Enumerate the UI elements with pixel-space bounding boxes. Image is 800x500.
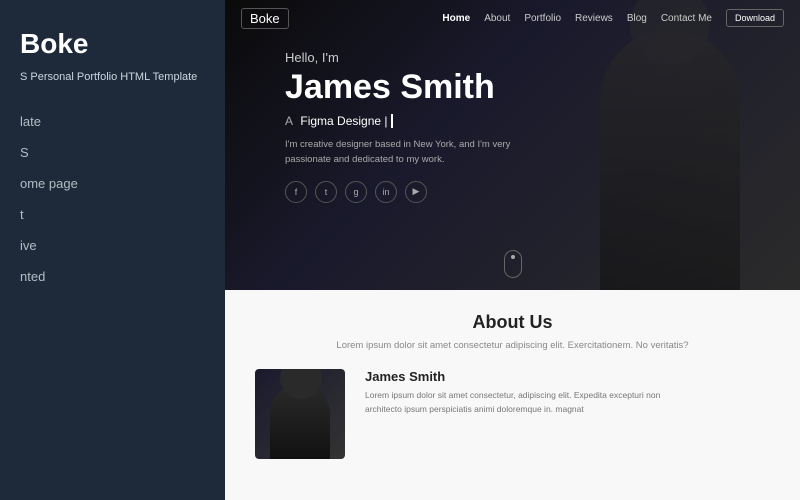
top-nav: Boke Home About Portfolio Reviews Blog C…	[225, 0, 800, 36]
hero-description: I'm creative designer based in New York,…	[285, 138, 535, 167]
sidebar-item-homepage[interactable]: ome page	[20, 171, 205, 196]
social-icons: f t g in ▶	[285, 181, 535, 203]
hero-person-silhouette	[600, 30, 740, 290]
nav-link-home[interactable]: Home	[442, 13, 470, 24]
about-title: About Us	[255, 312, 770, 333]
scroll-indicator	[504, 250, 522, 278]
about-subtitle: Lorem ipsum dolor sit amet consectetur a…	[255, 339, 770, 353]
hero-role-prefix: A	[285, 114, 293, 128]
about-body: James Smith Lorem ipsum dolor sit amet c…	[255, 369, 770, 459]
social-facebook-icon[interactable]: f	[285, 181, 307, 203]
scroll-dot	[511, 255, 515, 259]
about-section: About Us Lorem ipsum dolor sit amet cons…	[225, 290, 800, 500]
social-linkedin-icon[interactable]: in	[375, 181, 397, 203]
nav-link-about[interactable]: About	[484, 13, 510, 24]
nav-logo[interactable]: Boke	[241, 8, 289, 29]
about-person-desc: Lorem ipsum dolor sit amet consectetur, …	[365, 389, 685, 416]
sidebar-item-features[interactable]: S	[20, 140, 205, 165]
nav-link-blog[interactable]: Blog	[627, 13, 647, 24]
hero-greeting: Hello, I'm	[285, 50, 535, 65]
sidebar-item-responsive[interactable]: ive	[20, 233, 205, 258]
nav-link-portfolio[interactable]: Portfolio	[524, 13, 561, 24]
social-youtube-icon[interactable]: ▶	[405, 181, 427, 203]
hero-role: A Figma Designe |	[285, 114, 535, 128]
hero-role-typed: Figma Designe |	[300, 114, 392, 128]
sidebar-item-oriented[interactable]: nted	[20, 264, 205, 289]
social-google-icon[interactable]: g	[345, 181, 367, 203]
about-text: James Smith Lorem ipsum dolor sit amet c…	[365, 369, 685, 459]
social-twitter-icon[interactable]: t	[315, 181, 337, 203]
nav-link-reviews[interactable]: Reviews	[575, 13, 613, 24]
nav-link-contact[interactable]: Contact Me	[661, 13, 712, 24]
left-panel: Boke S Personal Portfolio HTML Template …	[0, 0, 225, 500]
download-button[interactable]: Download	[726, 9, 784, 27]
hero-content: Hello, I'm James Smith A Figma Designe |…	[285, 50, 535, 203]
right-panel: Boke Home About Portfolio Reviews Blog C…	[225, 0, 800, 500]
brand-title: Boke	[20, 28, 205, 60]
nav-links: Home About Portfolio Reviews Blog Contac…	[442, 13, 712, 24]
hero-name: James Smith	[285, 69, 535, 106]
about-person-name: James Smith	[365, 369, 685, 384]
brand-subtitle: S Personal Portfolio HTML Template	[20, 70, 205, 85]
about-photo	[255, 369, 345, 459]
hero-section: Boke Home About Portfolio Reviews Blog C…	[225, 0, 800, 290]
sidebar-item-template[interactable]: late	[20, 109, 205, 134]
sidebar-item-about[interactable]: t	[20, 202, 205, 227]
